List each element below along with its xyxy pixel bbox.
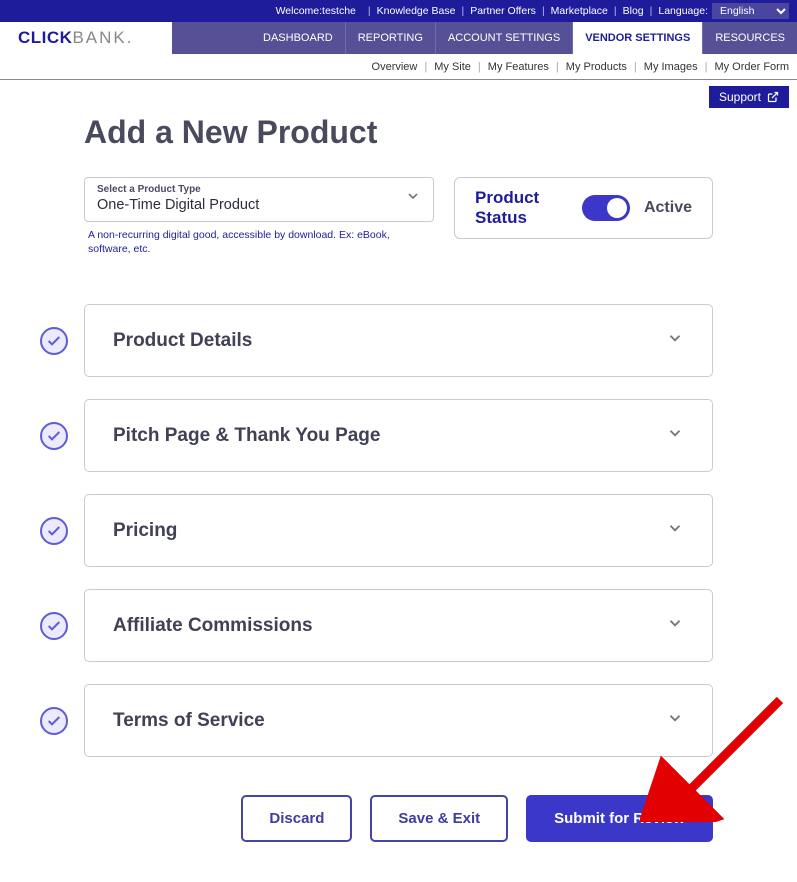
chevron-down-icon	[405, 188, 421, 209]
chevron-down-icon	[666, 424, 684, 447]
check-complete-icon	[40, 327, 68, 355]
check-complete-icon	[40, 422, 68, 450]
section-panel[interactable]: Pitch Page & Thank You Page	[84, 399, 713, 472]
status-state-label: Active	[644, 199, 692, 217]
footer-buttons: Discard Save & Exit Submit for Review	[84, 795, 713, 842]
language-label: Language:	[658, 5, 708, 17]
section-title: Terms of Service	[113, 710, 265, 732]
nav-vendor-settings[interactable]: VENDOR SETTINGS	[572, 22, 702, 54]
main-nav: DASHBOARD REPORTING ACCOUNT SETTINGS VEN…	[172, 22, 797, 54]
main-content: Add a New Product Select a Product Type …	[0, 114, 797, 882]
link-blog[interactable]: Blog	[623, 5, 644, 17]
discard-button[interactable]: Discard	[241, 795, 352, 842]
chevron-down-icon	[666, 709, 684, 732]
section-title: Affiliate Commissions	[113, 615, 313, 637]
product-type-help: A non-recurring digital good, accessible…	[88, 228, 430, 256]
subnav-my-site[interactable]: My Site	[434, 61, 471, 73]
chevron-down-icon	[666, 329, 684, 352]
product-type-block: Select a Product Type One-Time Digital P…	[84, 177, 434, 256]
subnav-my-features[interactable]: My Features	[488, 61, 549, 73]
section-panel[interactable]: Terms of Service	[84, 684, 713, 757]
product-status-label: Product Status	[475, 188, 582, 228]
section-panel[interactable]: Affiliate Commissions	[84, 589, 713, 662]
top-controls: Select a Product Type One-Time Digital P…	[84, 177, 713, 256]
section-row: Pricing	[84, 494, 713, 567]
submit-review-button[interactable]: Submit for Review	[526, 795, 713, 842]
chevron-down-icon	[666, 519, 684, 542]
logo[interactable]: CLICKBANK.	[0, 22, 172, 54]
check-complete-icon	[40, 707, 68, 735]
nav-account-settings[interactable]: ACCOUNT SETTINGS	[435, 22, 572, 54]
section-panel[interactable]: Product Details	[84, 304, 713, 377]
section-row: Product Details	[84, 304, 713, 377]
link-knowledge-base[interactable]: Knowledge Base	[377, 5, 456, 17]
check-complete-icon	[40, 612, 68, 640]
section-row: Affiliate Commissions	[84, 589, 713, 662]
section-title: Product Details	[113, 330, 252, 352]
product-type-value: One-Time Digital Product	[97, 197, 259, 213]
product-type-select[interactable]: Select a Product Type One-Time Digital P…	[84, 177, 434, 222]
nav-dashboard[interactable]: DASHBOARD	[251, 22, 345, 54]
chevron-down-icon	[666, 614, 684, 637]
toggle-knob	[607, 198, 627, 218]
subnav-overview[interactable]: Overview	[372, 61, 418, 73]
external-link-icon	[767, 91, 779, 103]
subnav-my-order-form[interactable]: My Order Form	[714, 61, 789, 73]
header-row: CLICKBANK. DASHBOARD REPORTING ACCOUNT S…	[0, 22, 797, 54]
link-partner-offers[interactable]: Partner Offers	[470, 5, 536, 17]
product-status-box: Product Status Active	[454, 177, 713, 239]
save-exit-button[interactable]: Save & Exit	[370, 795, 508, 842]
section-row: Terms of Service	[84, 684, 713, 757]
language-select[interactable]: English	[712, 3, 789, 19]
support-row: Support	[0, 80, 797, 108]
section-title: Pricing	[113, 520, 177, 542]
check-complete-icon	[40, 517, 68, 545]
subnav-my-products[interactable]: My Products	[566, 61, 627, 73]
sub-nav: Overview| My Site| My Features| My Produ…	[0, 54, 797, 80]
status-toggle[interactable]	[582, 195, 630, 221]
subnav-my-images[interactable]: My Images	[644, 61, 698, 73]
nav-reporting[interactable]: REPORTING	[345, 22, 435, 54]
support-label: Support	[719, 90, 761, 104]
section-panel[interactable]: Pricing	[84, 494, 713, 567]
product-type-label: Select a Product Type	[97, 184, 259, 195]
page-title: Add a New Product	[84, 114, 713, 151]
link-marketplace[interactable]: Marketplace	[551, 5, 608, 17]
support-button[interactable]: Support	[709, 86, 789, 108]
welcome-text: Welcome:testche	[276, 5, 356, 17]
section-title: Pitch Page & Thank You Page	[113, 425, 380, 447]
nav-resources[interactable]: RESOURCES	[702, 22, 797, 54]
topbar: Welcome:testche | Knowledge Base | Partn…	[0, 0, 797, 22]
section-row: Pitch Page & Thank You Page	[84, 399, 713, 472]
